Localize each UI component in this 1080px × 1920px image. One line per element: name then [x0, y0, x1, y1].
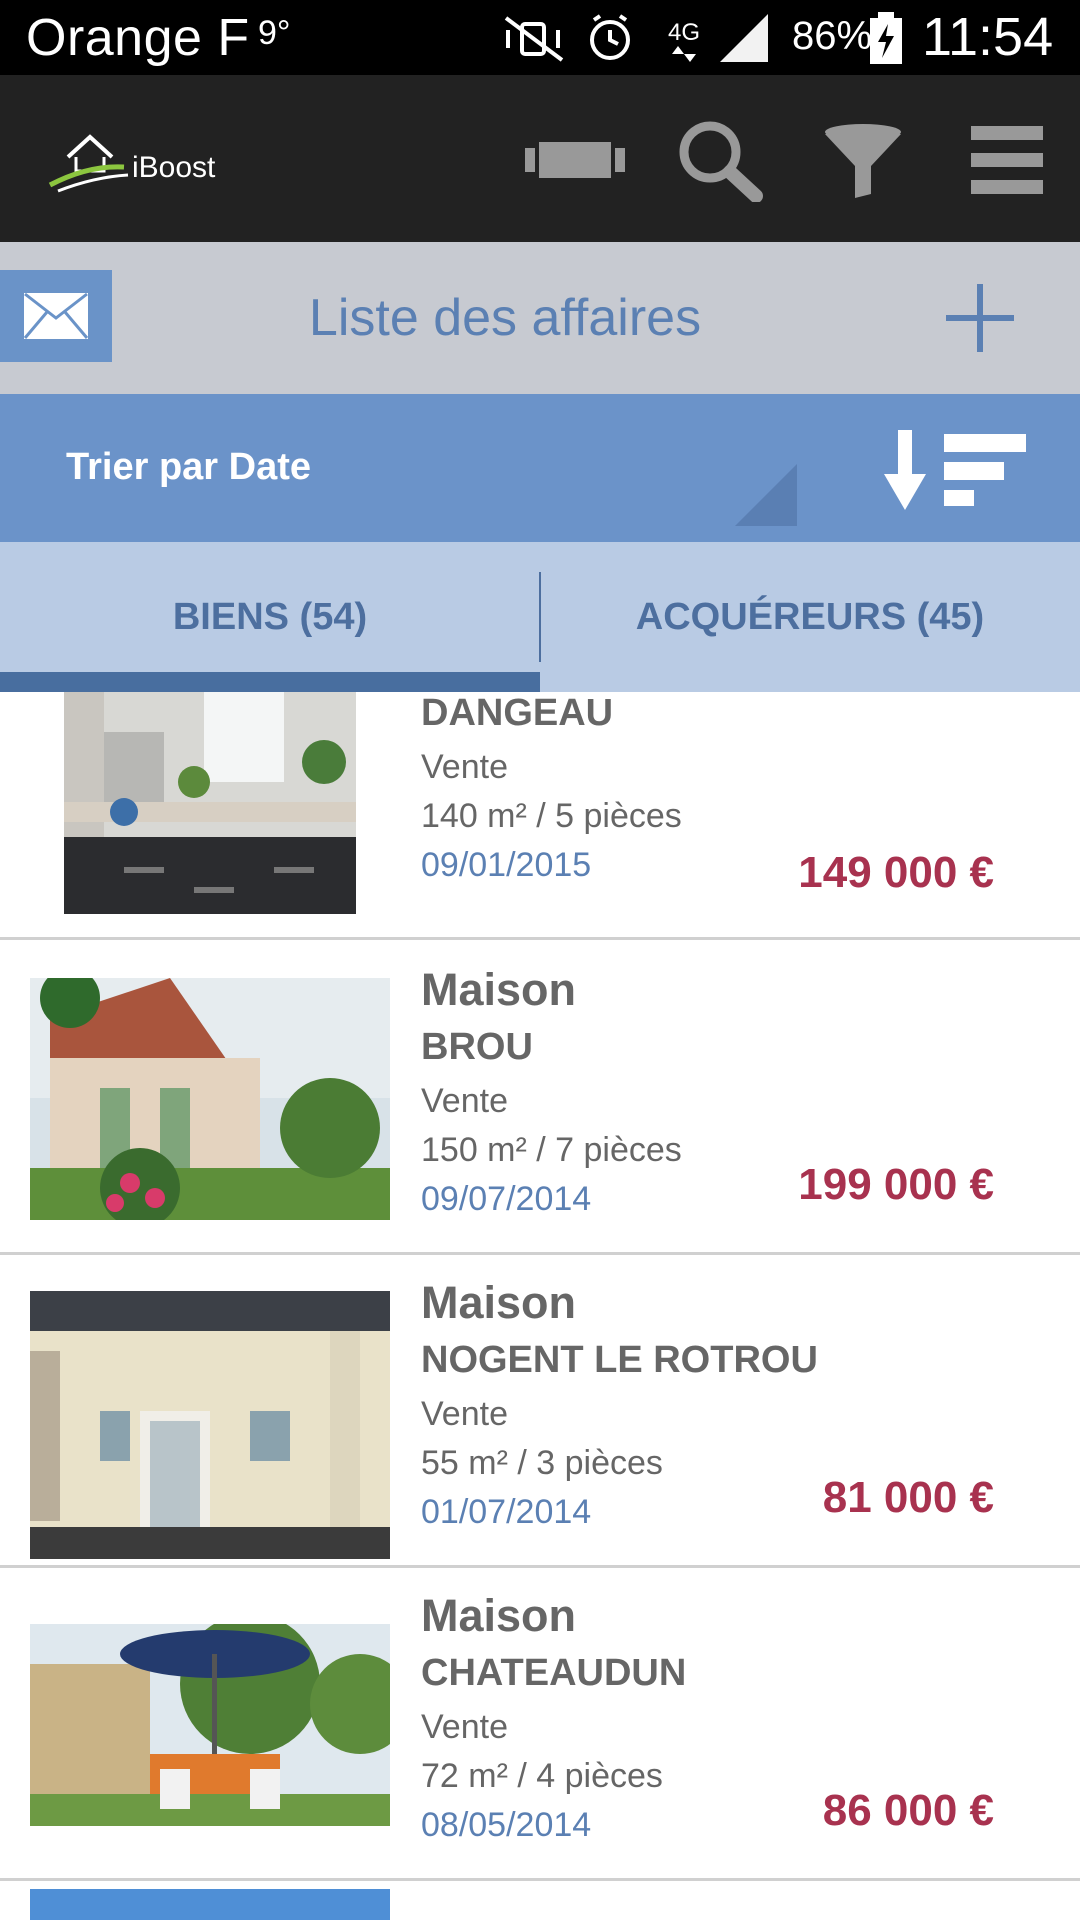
status-bar: Orange F 9° 4G 86% 11:54: [0, 0, 1080, 75]
hamburger-menu-icon: [971, 126, 1043, 194]
data-arrows-icon: [672, 46, 696, 62]
listing-transaction: Vente: [421, 1708, 508, 1746]
listing-surface: 55 m² / 3 pièces: [421, 1444, 663, 1482]
listing-city: DANGEAU: [421, 692, 614, 734]
listing-city: BROU: [421, 1026, 533, 1068]
filter-icon: [825, 124, 901, 198]
search-button[interactable]: [665, 115, 775, 205]
listing-surface: 140 m² / 5 pièces: [421, 797, 682, 835]
search-icon: [679, 121, 763, 202]
divider: [0, 937, 1080, 940]
listing-photo: [30, 1889, 390, 1920]
sort-selector[interactable]: Trier par Date: [0, 394, 1080, 542]
menu-button[interactable]: [952, 115, 1062, 205]
clock: 11:54: [922, 7, 1054, 67]
listing-price: 149 000 €: [798, 848, 994, 897]
sort-label: Trier par Date: [66, 446, 311, 488]
vibrate-off-icon: [504, 16, 564, 62]
dropdown-corner-icon: [735, 464, 797, 526]
tab-bar: BIENS (54) ACQUÉREURS (45): [0, 542, 1080, 692]
listing-transaction: Vente: [421, 1082, 508, 1120]
alarm-icon: [590, 14, 630, 60]
listing-city: NOGENT LE ROTROU: [421, 1339, 818, 1381]
title-bar: Liste des affaires: [0, 242, 1080, 394]
list-item[interactable]: [0, 1881, 1080, 1920]
listing-price: 81 000 €: [822, 1473, 994, 1522]
listing-date: 08/05/2014: [421, 1806, 592, 1844]
listing-photo: [30, 1291, 390, 1559]
listing-surface: 150 m² / 7 pièces: [421, 1131, 682, 1169]
listing-info: Maison CHATEAUDUN Vente 72 m² / 4 pièces…: [421, 1590, 686, 1855]
card-view-icon: [525, 142, 625, 178]
view-toggle-button[interactable]: [520, 115, 630, 205]
battery-charging-icon: [870, 12, 902, 64]
listing-price: 199 000 €: [798, 1160, 994, 1209]
page-title: Liste des affaires: [308, 289, 702, 347]
listing-photo: [30, 1624, 390, 1826]
listing-transaction: Vente: [421, 748, 508, 786]
tab-acquereurs[interactable]: ACQUÉREURS (45): [540, 542, 1080, 692]
listing-type: Maison: [421, 964, 577, 1015]
listing-date: 09/07/2014: [421, 1180, 592, 1218]
listing-date: 01/07/2014: [421, 1493, 592, 1531]
listing-info: Maison DANGEAU Vente 140 m² / 5 pièces 0…: [421, 692, 682, 895]
sort-direction-icon[interactable]: [882, 430, 1026, 510]
battery-percent: 86%: [792, 14, 873, 58]
list-item[interactable]: Maison CHATEAUDUN Vente 72 m² / 4 pièces…: [0, 1568, 1080, 1881]
signal-icon: [720, 14, 768, 62]
listing-info: Maison NOGENT LE ROTROU Vente 55 m² / 3 …: [421, 1277, 818, 1542]
listing-type: Maison: [421, 1590, 577, 1641]
listing-type: Maison: [421, 1277, 577, 1328]
app-bar: iBoost: [0, 75, 1080, 242]
tab-biens[interactable]: BIENS (54): [0, 542, 540, 692]
selected-tab-indicator: [0, 672, 540, 692]
add-button[interactable]: [940, 278, 1020, 358]
listing-info: Maison BROU Vente 150 m² / 7 pièces 09/0…: [421, 964, 682, 1229]
listings-list[interactable]: Maison DANGEAU Vente 140 m² / 5 pièces 0…: [0, 692, 1080, 1920]
listing-photo: [64, 692, 356, 914]
filter-button[interactable]: [808, 115, 918, 205]
list-item[interactable]: Maison NOGENT LE ROTROU Vente 55 m² / 3 …: [0, 1255, 1080, 1568]
status-icons: 4G: [504, 14, 768, 62]
logo-text: iBoost: [132, 151, 216, 184]
carrier-name: Orange F: [26, 9, 250, 67]
temperature: 9°: [258, 14, 291, 52]
listing-date: 09/01/2015: [421, 846, 592, 884]
listing-price: 86 000 €: [822, 1786, 994, 1835]
listing-surface: 72 m² / 4 pièces: [421, 1757, 663, 1795]
list-item[interactable]: Maison BROU Vente 150 m² / 7 pièces 09/0…: [0, 942, 1080, 1255]
listing-city: CHATEAUDUN: [421, 1652, 687, 1694]
listing-photo: [30, 978, 390, 1220]
network-type: 4G: [668, 19, 700, 46]
listing-transaction: Vente: [421, 1395, 508, 1433]
list-item[interactable]: Maison DANGEAU Vente 140 m² / 5 pièces 0…: [0, 692, 1080, 942]
